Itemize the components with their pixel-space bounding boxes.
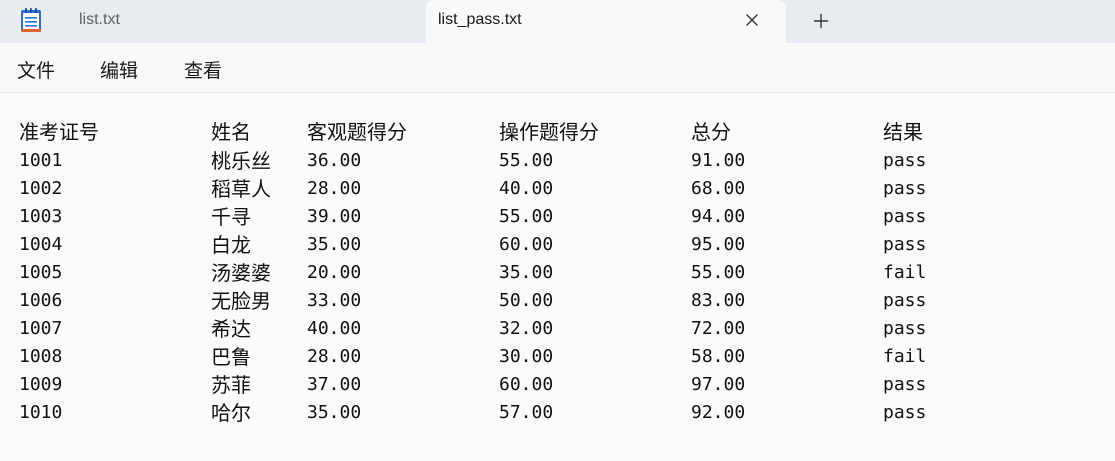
cell-objective: 33.00 [307, 290, 362, 311]
header-cell: 总分 [691, 120, 731, 144]
cell-total: 92.00 [691, 402, 746, 423]
cell-id: 1008 [19, 346, 63, 367]
cell-result: fail [883, 346, 927, 367]
menu-bar: 文件 编辑 查看 [0, 43, 1115, 93]
cell-result: pass [883, 178, 927, 199]
header-cell: 客观题得分 [307, 120, 407, 144]
cell-total: 95.00 [691, 234, 746, 255]
cell-objective: 36.00 [307, 150, 362, 171]
close-icon[interactable] [738, 8, 766, 32]
cell-practical: 30.00 [499, 346, 554, 367]
cell-result: pass [883, 234, 927, 255]
cell-name: 苏菲 [211, 373, 251, 397]
cell-id: 1007 [19, 318, 63, 339]
cell-practical: 60.00 [499, 374, 554, 395]
text-line: 1010 哈尔 35.00 57.00 92.00 pass [0, 399, 1115, 427]
text-line: 1005 汤婆婆 20.00 35.00 55.00 fail [0, 259, 1115, 287]
cell-name: 桃乐丝 [211, 149, 271, 173]
text-line: 1006 无脸男 33.00 50.00 83.00 pass [0, 287, 1115, 315]
cell-total: 55.00 [691, 262, 746, 283]
header-cell: 姓名 [211, 120, 251, 144]
cell-result: pass [883, 402, 927, 423]
cell-result: pass [883, 374, 927, 395]
cell-name: 白龙 [211, 233, 251, 257]
text-line: 1001 桃乐丝 36.00 55.00 91.00 pass [0, 147, 1115, 175]
cell-total: 68.00 [691, 178, 746, 199]
header-cell: 结果 [883, 120, 923, 144]
tab-bar: list.txt list_pass.txt [0, 0, 1115, 43]
cell-total: 97.00 [691, 374, 746, 395]
cell-id: 1002 [19, 178, 63, 199]
cell-objective: 28.00 [307, 178, 362, 199]
cell-practical: 35.00 [499, 262, 554, 283]
cell-objective: 39.00 [307, 206, 362, 227]
cell-name: 汤婆婆 [211, 261, 271, 285]
menu-file[interactable]: 文件 [17, 56, 55, 83]
cell-name: 希达 [211, 317, 251, 341]
cell-id: 1010 [19, 402, 63, 423]
cell-practical: 55.00 [499, 206, 554, 227]
menu-edit[interactable]: 编辑 [100, 56, 138, 83]
cell-total: 58.00 [691, 346, 746, 367]
cell-result: pass [883, 206, 927, 227]
notepad-icon [20, 7, 42, 33]
cell-name: 无脸男 [211, 289, 271, 313]
cell-id: 1004 [19, 234, 63, 255]
text-line: 1002 稻草人 28.00 40.00 68.00 pass [0, 175, 1115, 203]
header-cell: 操作题得分 [499, 120, 599, 144]
cell-id: 1003 [19, 206, 63, 227]
cell-result: pass [883, 150, 927, 171]
cell-name: 巴鲁 [211, 345, 251, 369]
cell-objective: 35.00 [307, 402, 362, 423]
cell-name: 稻草人 [211, 177, 271, 201]
tab-list-pass-txt[interactable]: list_pass.txt [426, 0, 786, 43]
cell-result: fail [883, 262, 927, 283]
cell-result: pass [883, 290, 927, 311]
tab-list-txt[interactable]: list.txt [60, 0, 424, 43]
cell-objective: 28.00 [307, 346, 362, 367]
cell-id: 1001 [19, 150, 63, 171]
plus-icon[interactable] [806, 8, 836, 34]
cell-practical: 40.00 [499, 178, 554, 199]
cell-id: 1009 [19, 374, 63, 395]
text-editor[interactable]: 准考证号 姓名 客观题得分 操作题得分 总分 结果 1001 桃乐丝 36.00… [0, 93, 1115, 461]
cell-id: 1006 [19, 290, 63, 311]
cell-total: 83.00 [691, 290, 746, 311]
cell-practical: 32.00 [499, 318, 554, 339]
cell-name: 哈尔 [211, 401, 251, 425]
cell-total: 72.00 [691, 318, 746, 339]
cell-objective: 20.00 [307, 262, 362, 283]
cell-total: 91.00 [691, 150, 746, 171]
cell-result: pass [883, 318, 927, 339]
header-cell: 准考证号 [19, 120, 99, 144]
cell-objective: 37.00 [307, 374, 362, 395]
text-line: 1004 白龙 35.00 60.00 95.00 pass [0, 231, 1115, 259]
cell-id: 1005 [19, 262, 63, 283]
cell-practical: 55.00 [499, 150, 554, 171]
cell-practical: 57.00 [499, 402, 554, 423]
cell-practical: 50.00 [499, 290, 554, 311]
text-line: 1008 巴鲁 28.00 30.00 58.00 fail [0, 343, 1115, 371]
cell-objective: 35.00 [307, 234, 362, 255]
cell-practical: 60.00 [499, 234, 554, 255]
text-line: 1009 苏菲 37.00 60.00 97.00 pass [0, 371, 1115, 399]
text-line: 1003 千寻 39.00 55.00 94.00 pass [0, 203, 1115, 231]
cell-total: 94.00 [691, 206, 746, 227]
tab-label: list.txt [79, 11, 120, 28]
header-line: 准考证号 姓名 客观题得分 操作题得分 总分 结果 [0, 118, 1115, 146]
cell-name: 千寻 [211, 205, 251, 229]
tab-label: list_pass.txt [438, 11, 522, 28]
menu-view[interactable]: 查看 [184, 56, 222, 83]
cell-objective: 40.00 [307, 318, 362, 339]
text-line: 1007 希达 40.00 32.00 72.00 pass [0, 315, 1115, 343]
